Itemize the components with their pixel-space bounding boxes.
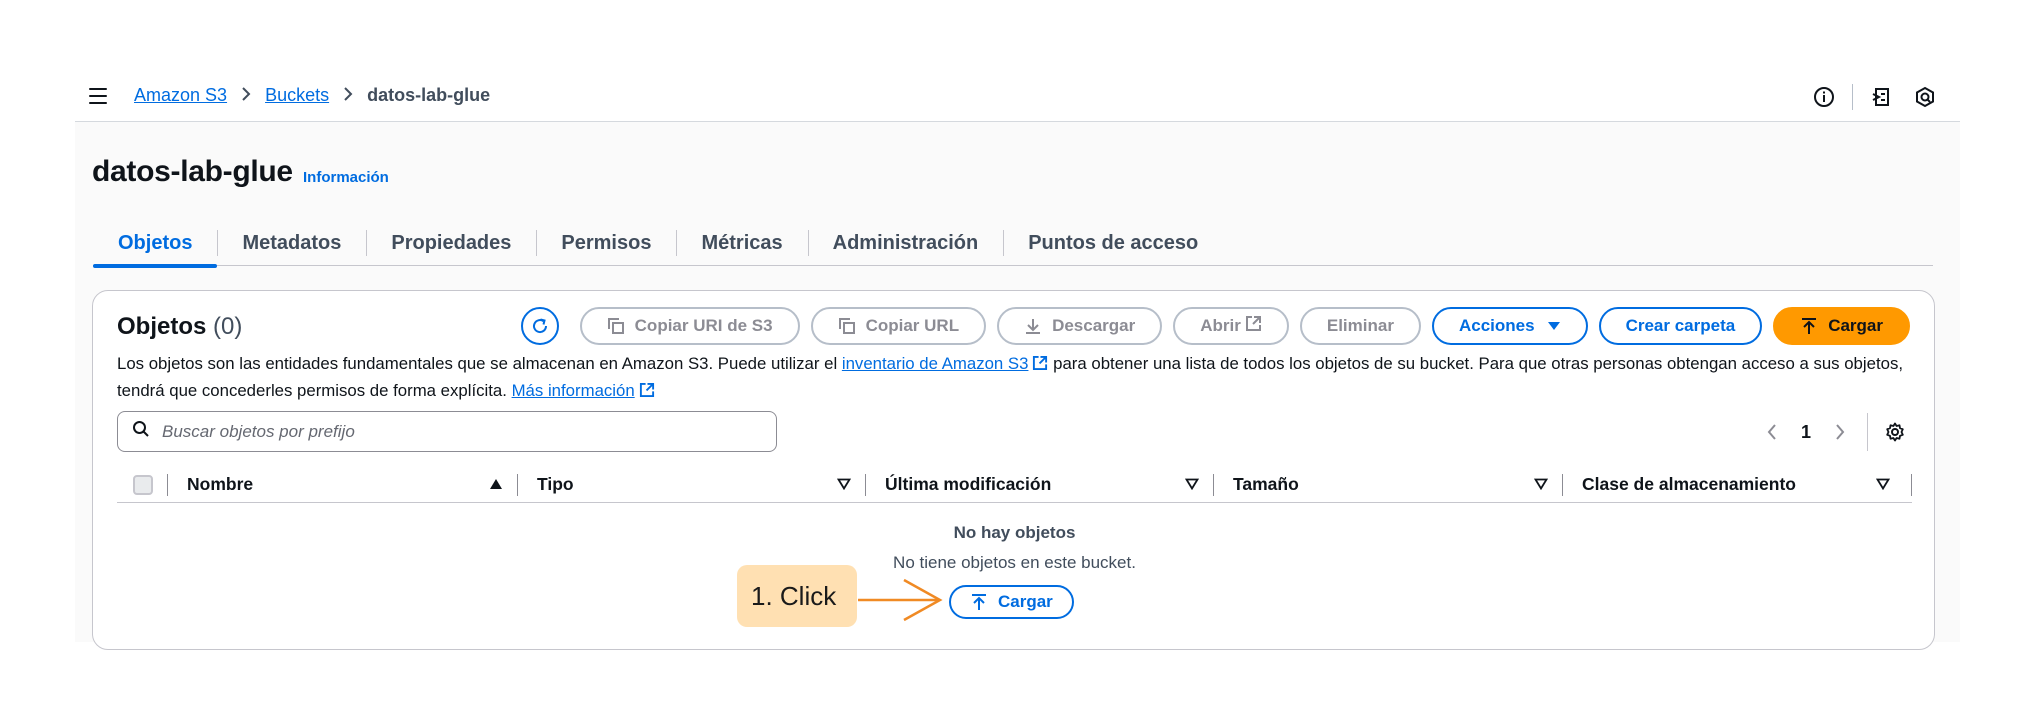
sort-icon bbox=[1184, 474, 1200, 495]
info-link[interactable]: Información bbox=[303, 169, 389, 186]
settings-gear-icon[interactable] bbox=[1880, 422, 1910, 442]
open-button[interactable]: Abrir bbox=[1173, 307, 1289, 345]
s3-console: Amazon S3 Buckets datos-lab-glue datos-l… bbox=[75, 72, 1960, 650]
copy-s3-uri-button[interactable]: Copiar URI de S3 bbox=[579, 307, 800, 345]
annotation-arrow-icon bbox=[858, 578, 943, 622]
copy-s3-uri-label: Copiar URI de S3 bbox=[634, 316, 773, 335]
objects-description: Los objetos son las entidades fundamenta… bbox=[117, 351, 1917, 405]
copy-icon bbox=[838, 317, 856, 335]
breadcrumb-buckets[interactable]: Buckets bbox=[265, 85, 329, 106]
download-icon bbox=[1024, 317, 1042, 335]
tab-bar: Objetos Metadatos Propiedades Permisos M… bbox=[93, 220, 1933, 268]
sort-icon bbox=[1875, 474, 1891, 495]
download-button[interactable]: Descargar bbox=[997, 307, 1163, 345]
column-header-ultima-modificacion[interactable]: Última modificación bbox=[865, 467, 1213, 503]
select-all-checkbox[interactable] bbox=[133, 474, 153, 495]
create-folder-label: Crear carpeta bbox=[1625, 316, 1736, 335]
tab-permisos[interactable]: Permisos bbox=[536, 220, 676, 266]
sort-icon bbox=[1533, 474, 1549, 495]
upload-label: Cargar bbox=[1828, 316, 1883, 335]
actions-label: Acciones bbox=[1458, 316, 1535, 335]
divider bbox=[1867, 413, 1868, 451]
refresh-icon bbox=[532, 318, 547, 334]
column-label: Tipo bbox=[537, 474, 574, 494]
breadcrumb-amazon-s3[interactable]: Amazon S3 bbox=[134, 85, 227, 106]
tab-propiedades[interactable]: Propiedades bbox=[366, 220, 536, 266]
object-count: (0) bbox=[213, 313, 243, 340]
column-header-nombre[interactable]: Nombre bbox=[167, 467, 517, 503]
sort-ascending-icon bbox=[489, 474, 503, 495]
copy-url-button[interactable]: Copiar URL bbox=[810, 307, 987, 345]
delete-label: Eliminar bbox=[1326, 316, 1394, 335]
column-header-clase-de-almacenamiento[interactable]: Clase de almacenamiento bbox=[1562, 467, 1912, 503]
s3-inventory-link[interactable]: inventario de Amazon S3 bbox=[842, 354, 1029, 373]
annotation-callout: 1. Click bbox=[737, 565, 857, 627]
chevron-right-icon bbox=[241, 85, 251, 106]
notifications-panel-icon[interactable] bbox=[1868, 84, 1894, 110]
top-bar: Amazon S3 Buckets datos-lab-glue bbox=[75, 72, 1960, 122]
tab-metadatos[interactable]: Metadatos bbox=[217, 220, 366, 266]
external-link-icon bbox=[1245, 315, 1262, 337]
copy-url-label: Copiar URL bbox=[865, 316, 960, 335]
empty-state-title: No hay objetos bbox=[953, 523, 1076, 542]
column-label: Última modificación bbox=[885, 474, 1052, 494]
column-label: Clase de almacenamiento bbox=[1582, 474, 1796, 494]
caret-down-icon bbox=[1547, 321, 1561, 331]
tab-objetos[interactable]: Objetos bbox=[93, 220, 218, 268]
next-page-icon[interactable] bbox=[1825, 424, 1855, 440]
divider bbox=[1852, 84, 1853, 110]
breadcrumb-current: datos-lab-glue bbox=[367, 85, 491, 105]
copy-icon bbox=[607, 317, 625, 335]
panel-title: Objetos (0) bbox=[117, 313, 242, 341]
empty-upload-button[interactable]: Cargar bbox=[949, 585, 1074, 619]
select-all-cell bbox=[117, 467, 167, 503]
panel-title-text: Objetos bbox=[117, 313, 207, 340]
empty-state-description: No tiene objetos en este bucket. bbox=[893, 553, 1136, 572]
search-input[interactable] bbox=[162, 421, 762, 442]
column-label: Tamaño bbox=[1233, 474, 1299, 494]
page-title: datos-lab-glue bbox=[92, 155, 293, 188]
tab-administracion[interactable]: Administración bbox=[807, 220, 1004, 266]
search-field[interactable] bbox=[117, 411, 777, 452]
table-header: Nombre Tipo Última modificación Tamaño C… bbox=[117, 467, 1912, 503]
delete-button[interactable]: Eliminar bbox=[1299, 307, 1421, 345]
external-link-icon bbox=[639, 380, 655, 405]
tab-metricas[interactable]: Métricas bbox=[676, 220, 807, 266]
sort-icon bbox=[836, 474, 852, 495]
download-label: Descargar bbox=[1052, 316, 1136, 335]
breadcrumb: Amazon S3 Buckets datos-lab-glue bbox=[134, 85, 490, 106]
actions-dropdown-button[interactable]: Acciones bbox=[1431, 307, 1588, 345]
page-number[interactable]: 1 bbox=[1787, 422, 1825, 443]
external-link-icon bbox=[1032, 353, 1048, 378]
top-icons bbox=[1811, 84, 1938, 110]
column-label: Nombre bbox=[187, 474, 254, 494]
chevron-right-icon bbox=[343, 85, 353, 106]
previous-page-icon[interactable] bbox=[1757, 424, 1787, 440]
column-header-tipo[interactable]: Tipo bbox=[517, 467, 865, 503]
search-icon bbox=[132, 420, 150, 443]
description-part-1: Los objetos son las entidades fundamenta… bbox=[117, 354, 842, 373]
menu-icon[interactable] bbox=[89, 88, 107, 104]
pagination: 1 bbox=[1757, 413, 1910, 451]
action-toolbar: Copiar URI de S3 Copiar URL Descargar Ab… bbox=[520, 307, 1910, 345]
column-header-tamano[interactable]: Tamaño bbox=[1213, 467, 1562, 503]
empty-upload-label: Cargar bbox=[998, 592, 1053, 611]
security-shield-icon[interactable] bbox=[1912, 84, 1938, 110]
refresh-button[interactable] bbox=[520, 307, 559, 345]
more-info-link[interactable]: Más información bbox=[512, 381, 635, 400]
upload-button[interactable]: Cargar bbox=[1773, 307, 1910, 345]
objects-panel: Objetos (0) Copiar URI de S3 Copiar URL … bbox=[92, 290, 1935, 650]
info-icon[interactable] bbox=[1811, 84, 1837, 110]
upload-icon bbox=[1800, 317, 1818, 335]
tab-puntos-de-acceso[interactable]: Puntos de acceso bbox=[1003, 220, 1223, 266]
upload-icon bbox=[970, 593, 988, 611]
open-label: Abrir bbox=[1200, 316, 1241, 335]
create-folder-button[interactable]: Crear carpeta bbox=[1598, 307, 1763, 345]
